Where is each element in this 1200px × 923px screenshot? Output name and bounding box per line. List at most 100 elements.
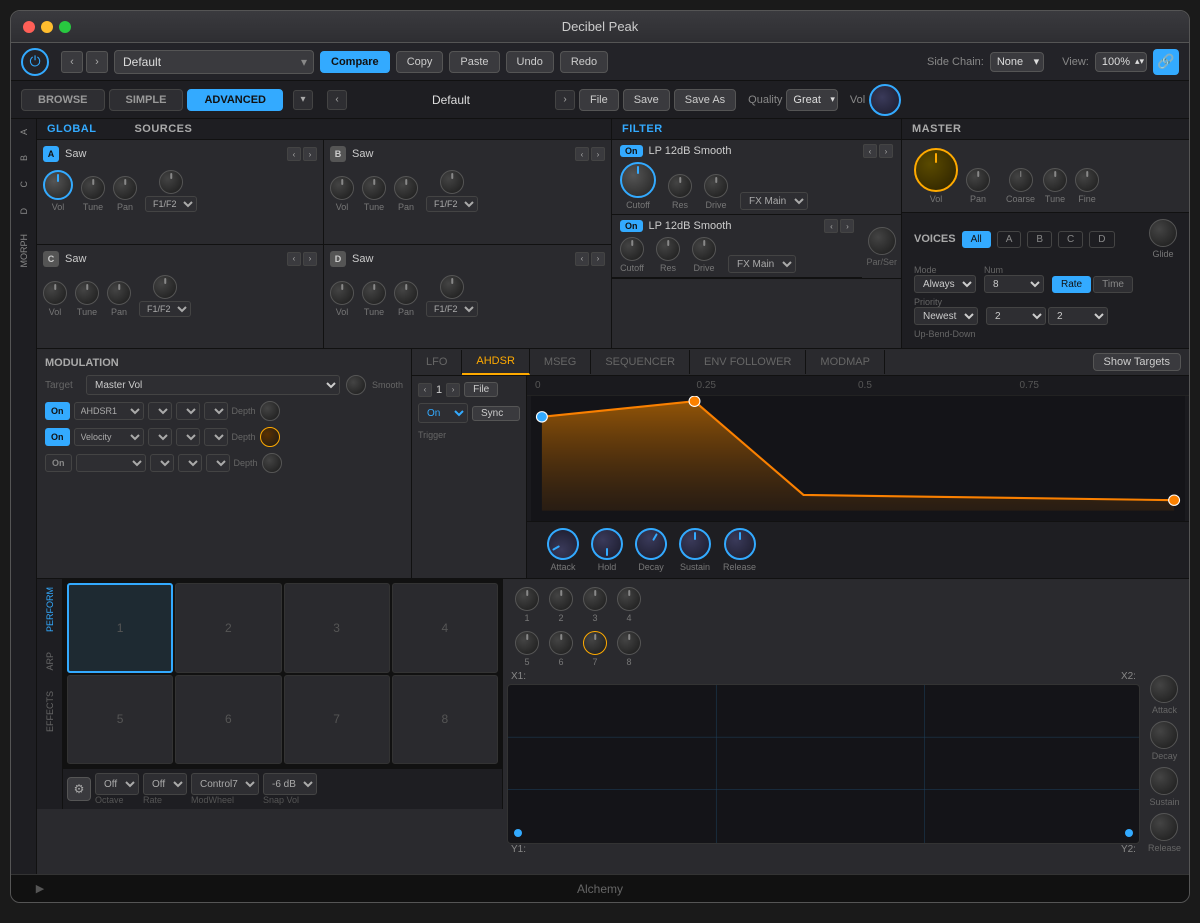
- mod-row1-depth-knob[interactable]: [260, 401, 280, 421]
- pad-7[interactable]: 7: [284, 675, 390, 765]
- source-a-next[interactable]: ›: [303, 147, 317, 161]
- mod-row2-source-select[interactable]: Velocity: [74, 428, 144, 446]
- sidechain-select[interactable]: None ▾: [990, 52, 1044, 72]
- source-badge-c[interactable]: C: [43, 251, 59, 267]
- attack-knob[interactable]: [541, 522, 585, 566]
- par-ser-knob[interactable]: [868, 227, 896, 255]
- mod-target-select[interactable]: Master Vol: [86, 375, 340, 395]
- mod-row1-e-select[interactable]: E: [148, 402, 172, 420]
- source-b-pan-knob[interactable]: [394, 176, 418, 200]
- arp-label[interactable]: ARP: [45, 652, 55, 671]
- perf-knob-8[interactable]: [617, 631, 641, 655]
- mode-select[interactable]: Always: [914, 275, 976, 293]
- view-select[interactable]: 100% ▴▾: [1095, 52, 1147, 72]
- perf-knob-1[interactable]: [515, 587, 539, 611]
- source-d-tune-knob[interactable]: [362, 281, 386, 305]
- lfo-next[interactable]: ›: [446, 383, 460, 397]
- xy-pad-main[interactable]: [507, 684, 1140, 844]
- paste-button[interactable]: Paste: [449, 51, 499, 73]
- tab-browse[interactable]: BROWSE: [21, 89, 105, 111]
- tab-lfo[interactable]: LFO: [412, 350, 462, 374]
- source-badge-b[interactable]: B: [330, 146, 346, 162]
- num-select[interactable]: 8: [984, 275, 1044, 293]
- source-a-tune-knob[interactable]: [81, 176, 105, 200]
- perf-knob-2[interactable]: [549, 587, 573, 611]
- source-b-tune-knob[interactable]: [362, 176, 386, 200]
- source-c-f1f2-knob[interactable]: [153, 275, 177, 299]
- source-d-pan-knob[interactable]: [394, 281, 418, 305]
- source-c-vol-knob[interactable]: [43, 281, 67, 305]
- filter2-res-knob[interactable]: [656, 237, 680, 261]
- release-knob[interactable]: [724, 528, 756, 560]
- master-fine-knob[interactable]: [1075, 168, 1099, 192]
- close-button[interactable]: [23, 21, 35, 33]
- hold-knob[interactable]: [591, 528, 623, 560]
- envelope-graph[interactable]: [531, 396, 1185, 521]
- smooth-knob[interactable]: [346, 375, 366, 395]
- bend-p1-select[interactable]: 2: [986, 307, 1046, 325]
- filter1-on-button[interactable]: On: [620, 145, 643, 157]
- save-button[interactable]: Save: [623, 89, 670, 111]
- preset-prev-arrow[interactable]: ▾: [293, 90, 313, 110]
- pad-3[interactable]: 3: [284, 583, 390, 673]
- source-c-tune-knob[interactable]: [75, 281, 99, 305]
- preset-nav-left[interactable]: ‹: [327, 90, 347, 110]
- filter2-prev[interactable]: ‹: [824, 219, 838, 233]
- voices-tab-a[interactable]: A: [997, 231, 1022, 248]
- mod-row3-dash-select[interactable]: -: [178, 454, 202, 472]
- mod-row3-e-select[interactable]: E: [150, 454, 174, 472]
- play-button[interactable]: ▶: [31, 880, 49, 898]
- source-d-prev[interactable]: ‹: [575, 252, 589, 266]
- mod-row3-on-button[interactable]: On: [45, 454, 72, 472]
- mod-row3-source-select[interactable]: [76, 454, 146, 472]
- mod-row3-depth-knob[interactable]: [262, 453, 282, 473]
- source-badge-a[interactable]: A: [43, 146, 59, 162]
- pad-8[interactable]: 8: [392, 675, 498, 765]
- perf-knob-7[interactable]: [583, 631, 607, 655]
- filter1-prev[interactable]: ‹: [863, 144, 877, 158]
- effects-label[interactable]: EFFECTS: [45, 691, 55, 732]
- tab-sequencer[interactable]: SEQUENCER: [591, 350, 690, 374]
- lfo-sync-button[interactable]: Sync: [472, 406, 520, 421]
- source-badge-d[interactable]: D: [330, 251, 346, 267]
- source-b-f1f2-select[interactable]: F1/F2: [426, 196, 478, 212]
- mod-row1-dash-select[interactable]: -: [176, 402, 200, 420]
- tab-modmap[interactable]: MODMAP: [806, 350, 885, 374]
- rate-button[interactable]: Rate: [1052, 276, 1091, 293]
- pad-1[interactable]: 1: [67, 583, 173, 673]
- tab-advanced[interactable]: ADVANCED: [187, 89, 283, 111]
- perf-knob-3[interactable]: [583, 587, 607, 611]
- preset-dropdown[interactable]: Default ▾: [114, 50, 314, 74]
- quality-select[interactable]: Great ▾: [786, 89, 838, 111]
- copy-button[interactable]: Copy: [396, 51, 444, 73]
- master-coarse-knob[interactable]: [1009, 168, 1033, 192]
- voices-tab-all[interactable]: All: [962, 231, 991, 248]
- mod-row2-e-select[interactable]: E: [148, 428, 172, 446]
- source-b-f1f2-knob[interactable]: [440, 170, 464, 194]
- glide-knob[interactable]: [1149, 219, 1177, 247]
- filter2-on-button[interactable]: On: [620, 220, 643, 232]
- prev-preset-button[interactable]: ‹: [61, 51, 83, 73]
- modwheel-select[interactable]: Control7: [191, 773, 259, 795]
- source-b-prev[interactable]: ‹: [575, 147, 589, 161]
- filter1-fx-select[interactable]: FX Main: [740, 192, 808, 210]
- source-d-next[interactable]: ›: [591, 252, 605, 266]
- sidebar-item-c[interactable]: C: [19, 181, 29, 188]
- filter2-drive-knob[interactable]: [692, 237, 716, 261]
- source-a-f1f2-knob[interactable]: [159, 170, 183, 194]
- maximize-button[interactable]: [59, 21, 71, 33]
- pad-5[interactable]: 5: [67, 675, 173, 765]
- mod-row2-dash-select[interactable]: -: [176, 428, 200, 446]
- filter1-drive-knob[interactable]: [704, 174, 728, 198]
- filter1-next[interactable]: ›: [879, 144, 893, 158]
- lfo-on-select[interactable]: On: [418, 403, 468, 423]
- mod-row1-source-select[interactable]: AHDSR1: [74, 402, 144, 420]
- mod-row2-extra-select[interactable]: [204, 428, 228, 446]
- voices-tab-b[interactable]: B: [1027, 231, 1052, 248]
- source-a-prev[interactable]: ‹: [287, 147, 301, 161]
- preset-nav-right[interactable]: ›: [555, 90, 575, 110]
- mod-row1-on-button[interactable]: On: [45, 402, 70, 420]
- source-d-f1f2-knob[interactable]: [440, 275, 464, 299]
- minimize-button[interactable]: [41, 21, 53, 33]
- source-c-prev[interactable]: ‹: [287, 252, 301, 266]
